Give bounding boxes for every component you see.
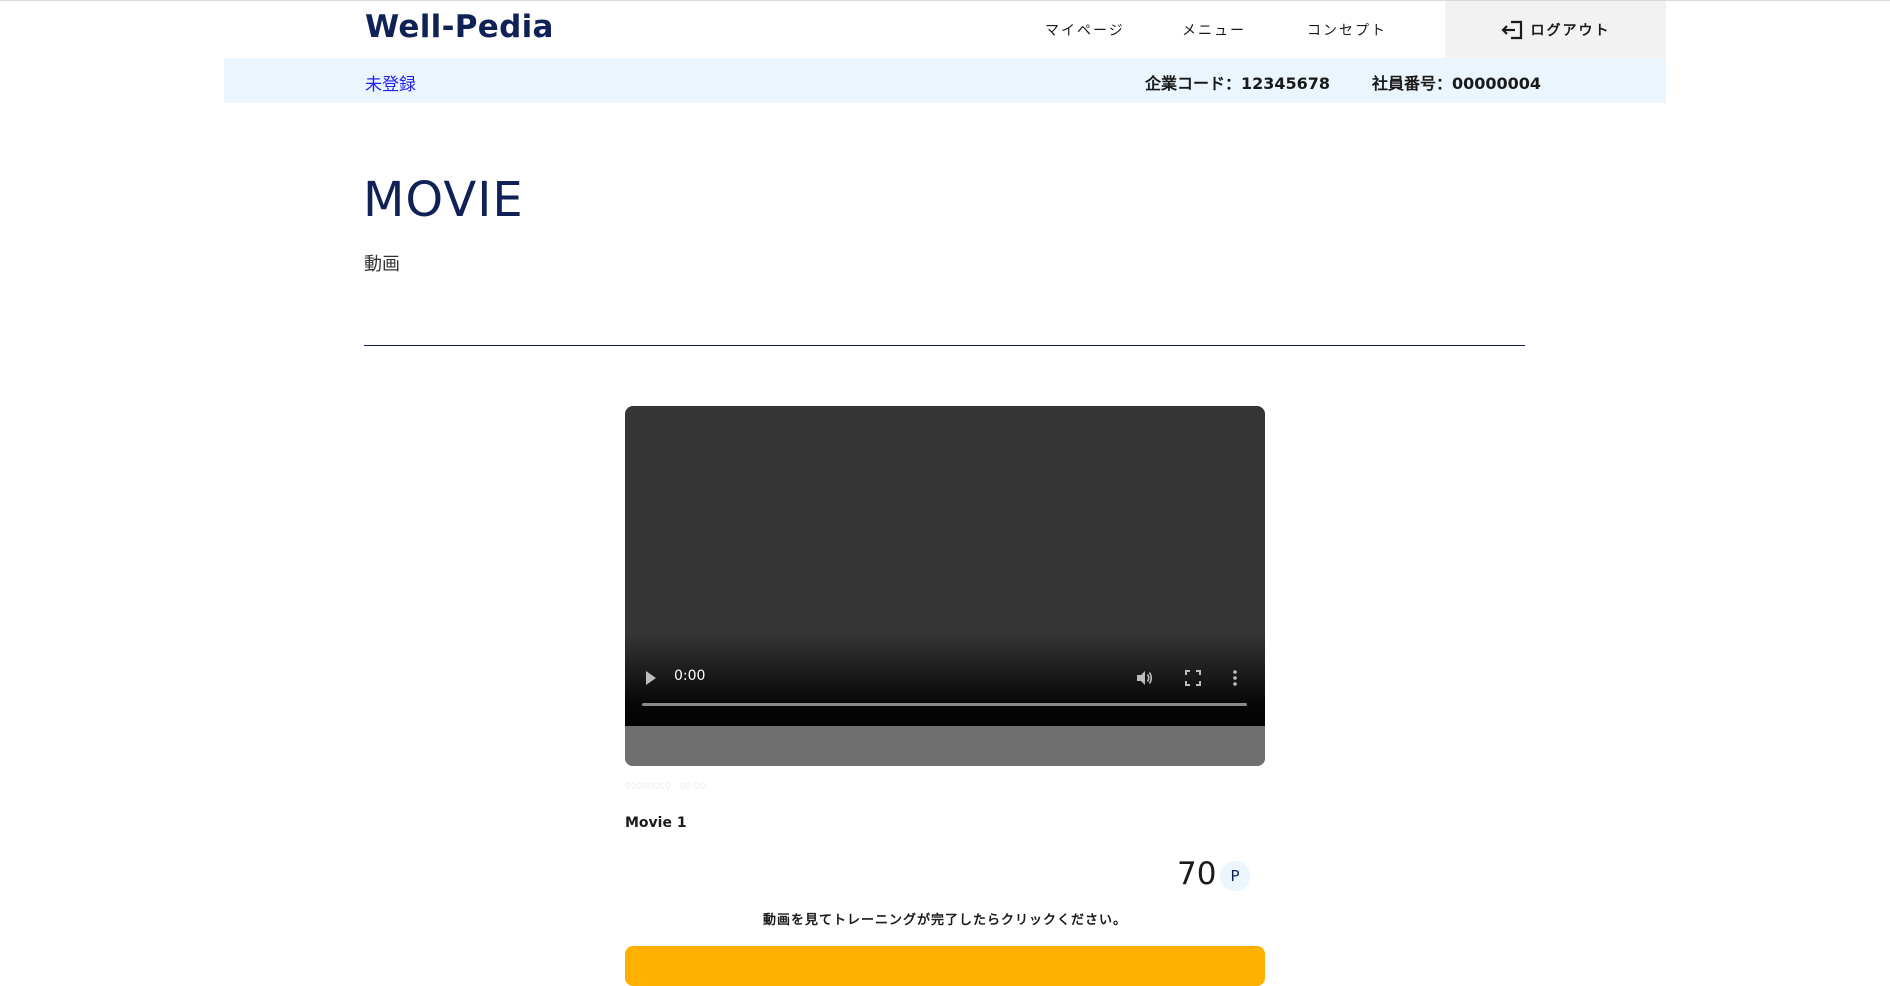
nav-item-mypage[interactable]: マイページ <box>1045 20 1125 40</box>
nav-item-menu[interactable]: メニュー <box>1182 20 1246 40</box>
video-time: 0:00 <box>674 668 706 684</box>
page-title: MOVIE <box>363 172 524 228</box>
movie-title: Movie 1 <box>625 815 687 831</box>
nav-item-concept[interactable]: コンセプト <box>1307 20 1387 40</box>
training-complete-button[interactable] <box>625 946 1265 986</box>
company-code: 企業コード：12345678 <box>1145 74 1331 93</box>
site-header: Well-Pedia マイページ メニュー コンセプト ログアウト <box>224 1 1666 58</box>
logout-button[interactable]: ログアウト <box>1445 1 1666 58</box>
employee-number: 社員番号：00000004 <box>1372 74 1542 93</box>
play-icon[interactable] <box>645 670 657 686</box>
video-player[interactable]: 0:00 <box>625 406 1265 766</box>
volume-icon[interactable] <box>1135 669 1153 687</box>
points-unit-badge: P <box>1220 861 1250 891</box>
video-caption-faint: 00000000 · 00:00 <box>625 782 706 792</box>
logout-icon <box>1500 20 1522 39</box>
title-divider <box>364 345 1525 346</box>
registration-status-link[interactable]: 未登録 <box>365 70 416 95</box>
page-subtitle: 動画 <box>364 254 400 275</box>
more-vertical-icon[interactable] <box>1232 669 1238 687</box>
points-value: 70 <box>1177 856 1217 892</box>
video-letterbox <box>625 726 1265 766</box>
video-controls-gradient <box>625 634 1265 732</box>
video-progress-bar[interactable] <box>642 703 1247 706</box>
user-info-bar: 未登録 企業コード：12345678 社員番号：00000004 <box>224 58 1666 103</box>
completion-instruction: 動画を見てトレーニングが完了したらクリックください。 <box>762 913 1127 928</box>
site-logo[interactable]: Well-Pedia <box>365 9 554 45</box>
logout-label: ログアウト <box>1530 22 1611 39</box>
fullscreen-icon[interactable] <box>1185 670 1201 686</box>
